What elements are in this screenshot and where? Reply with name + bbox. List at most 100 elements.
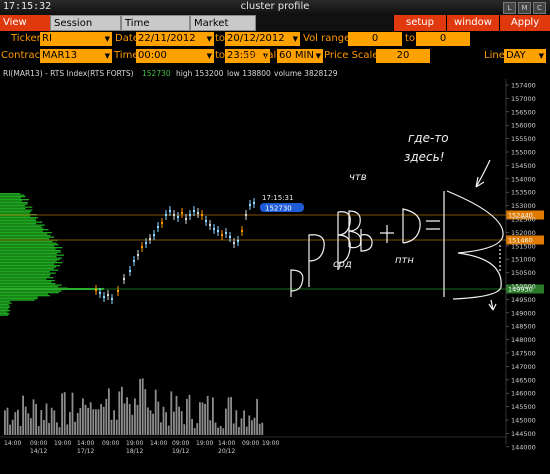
volume-bar <box>84 404 87 435</box>
volume-bar <box>199 402 201 435</box>
volume-bar <box>170 391 173 435</box>
line-label: Line <box>484 50 505 61</box>
chevron-down-icon: ▼ <box>104 52 110 60</box>
profile-bar <box>0 265 61 267</box>
volume-bar <box>69 412 71 435</box>
volume-bar <box>240 418 243 435</box>
profile-bar <box>0 212 30 214</box>
profile-bar <box>0 296 38 298</box>
volume-bar <box>61 393 63 435</box>
volume-bar <box>253 417 256 435</box>
window-button-l[interactable]: L <box>503 2 516 14</box>
profile-bar <box>0 244 59 246</box>
volume-bar <box>178 406 180 435</box>
price-tick: 147000 <box>511 363 536 371</box>
profile-bar <box>0 272 56 274</box>
annotation-fri: птн <box>395 255 414 266</box>
time-from-field[interactable]: 00:00 ▼ <box>136 49 214 63</box>
price-tick: 153000 <box>511 202 536 210</box>
volume-bar <box>115 419 118 435</box>
price-tick: 156500 <box>511 108 536 116</box>
time-tick: 19:00 <box>126 440 143 447</box>
profile-bar <box>0 283 56 285</box>
window-button-c[interactable]: C <box>533 2 546 14</box>
price-bar-body <box>157 226 159 228</box>
profile-bar <box>0 194 25 196</box>
current-time-label: 17:15:31 <box>262 194 293 202</box>
volume-bar <box>191 418 193 435</box>
vol-from-field[interactable]: 0 <box>348 32 402 46</box>
chart-last-price: 152730 <box>142 69 171 78</box>
window-buttons: L M C <box>503 2 546 14</box>
price-scale-field[interactable]: 20 <box>376 49 430 63</box>
time-tick: 09:00 <box>30 440 47 447</box>
price-bar-body <box>209 224 211 226</box>
line-value: DAY <box>506 50 526 61</box>
time-tick: 09:00 <box>242 440 259 447</box>
date-to-field[interactable]: 20/12/2012 ▼ <box>225 32 300 46</box>
setup-button[interactable]: setup <box>393 15 446 31</box>
price-bar-body <box>205 220 207 222</box>
interval-select[interactable]: 60 MIN ▼ <box>277 49 323 63</box>
chart-area[interactable]: RI(MAR13) - RTS Index(RTS FORTS) 152730 … <box>0 65 550 470</box>
vol-to-label: to <box>405 33 416 44</box>
profile-bar <box>0 263 55 265</box>
price-bar-body <box>185 218 187 220</box>
price-scale-label: Price Scale <box>324 50 379 61</box>
profile-bar <box>0 257 62 259</box>
annotation-wed: срд <box>333 259 352 270</box>
date-from-value: 22/11/2012 <box>138 33 196 44</box>
volume-bar <box>63 392 66 435</box>
window-button[interactable]: window <box>446 15 499 31</box>
tab-time-interval[interactable]: Time Interval <box>121 15 190 45</box>
apply-button[interactable]: Apply <box>499 15 550 31</box>
volume-bar <box>243 410 245 435</box>
profile-bar <box>0 293 48 295</box>
volume-bar <box>37 426 40 435</box>
chart-symbol: RI(MAR13) - RTS Index(RTS FORTS) <box>3 69 134 78</box>
volume-bar <box>204 403 206 435</box>
contract-select[interactable]: MAR13 ▼ <box>40 49 112 63</box>
volume-bar <box>30 418 32 435</box>
chevron-down-icon: ▼ <box>206 35 212 43</box>
price-bar-body <box>241 230 243 232</box>
profile-bar <box>0 199 29 201</box>
volume-bar <box>248 415 251 435</box>
tab-session-hours[interactable]: Session Hours <box>50 15 121 45</box>
ticker-select[interactable]: RI ▼ <box>40 32 112 46</box>
price-tick: 155500 <box>511 135 536 143</box>
volume-bar <box>131 414 134 435</box>
volume-bar <box>43 420 45 435</box>
line-select[interactable]: DAY ▼ <box>504 49 546 63</box>
profile-bar <box>0 268 54 270</box>
tab-view-dom[interactable]: View DOM <box>0 15 50 44</box>
profile-bar <box>0 313 10 315</box>
profile-bar <box>0 281 52 283</box>
volume-bar <box>9 424 11 435</box>
date-from-field[interactable]: 22/11/2012 ▼ <box>136 32 214 46</box>
chart-low: low 138800 <box>227 69 271 78</box>
profile-bar <box>0 307 10 309</box>
window-button-m[interactable]: M <box>518 2 531 14</box>
tab-market-watch[interactable]: Market Watch <box>190 15 256 45</box>
volume-bar <box>27 413 30 435</box>
volume-bar <box>154 389 157 435</box>
profile-bar <box>0 248 56 250</box>
profile-bar <box>0 256 57 258</box>
cluster-chart[interactable]: RI(MAR13) - RTS Index(RTS FORTS) 152730 … <box>0 65 550 470</box>
volume-bar <box>134 398 136 435</box>
profile-bar <box>0 226 42 228</box>
price-tick: 150000 <box>511 283 536 291</box>
profile-bar <box>0 310 11 312</box>
volume-bar <box>206 395 209 435</box>
profile-bar <box>0 245 55 247</box>
volume-bar <box>162 406 165 435</box>
volume-bar <box>232 423 235 435</box>
chevron-down-icon: ▼ <box>292 35 298 43</box>
volume-bar <box>175 395 178 435</box>
volume-bar <box>147 407 149 435</box>
price-tick: 151500 <box>511 242 536 250</box>
volume-bar <box>121 386 123 435</box>
vol-to-field[interactable]: 0 <box>416 32 470 46</box>
profile-bar <box>0 238 50 240</box>
